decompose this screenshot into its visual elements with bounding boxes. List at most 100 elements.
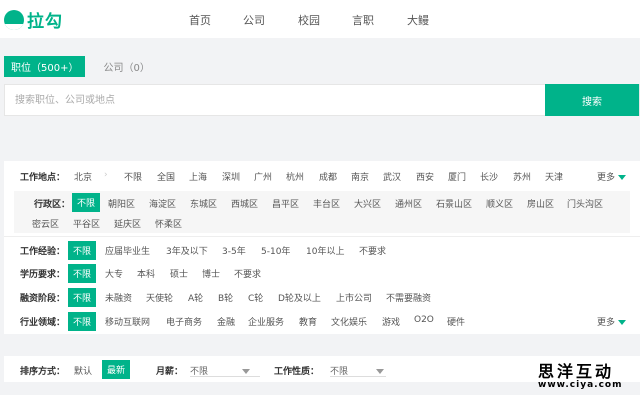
filter-option[interactable]: 5-10年 bbox=[261, 244, 290, 257]
nav-home[interactable]: 首页 bbox=[189, 12, 211, 28]
filter-option[interactable]: 大兴区 bbox=[354, 197, 381, 210]
filter-option[interactable]: 昌平区 bbox=[272, 197, 299, 210]
job-nature-dropdown[interactable]: 不限 bbox=[330, 360, 386, 377]
filter-option-selected[interactable]: 不限 bbox=[72, 193, 101, 212]
filter-option[interactable]: 怀柔区 bbox=[155, 217, 182, 230]
filter-option[interactable]: 10年以上 bbox=[306, 244, 344, 257]
filter-option[interactable]: 电子商务 bbox=[166, 315, 202, 328]
sort-option-default[interactable]: 默认 bbox=[74, 364, 92, 377]
filter-option[interactable]: 博士 bbox=[202, 267, 220, 280]
filter-option[interactable]: 密云区 bbox=[32, 217, 59, 230]
filter-option[interactable]: 大专 bbox=[105, 267, 123, 280]
filter-option[interactable]: 不需要融资 bbox=[386, 291, 431, 304]
filter-option[interactable]: 游戏 bbox=[382, 315, 400, 328]
filter-option[interactable]: 深圳 bbox=[222, 170, 240, 183]
filter-option[interactable]: 顺义区 bbox=[486, 197, 513, 210]
filter-option[interactable]: 天使轮 bbox=[146, 291, 173, 304]
filter-option-selected[interactable]: 不限 bbox=[68, 241, 97, 260]
filter-option[interactable]: 苏州 bbox=[513, 170, 531, 183]
watermark-title: 思洋互动 bbox=[538, 362, 615, 381]
nav-companies[interactable]: 公司 bbox=[243, 12, 265, 28]
job-nature-label: 工作性质： bbox=[274, 367, 320, 377]
filter-option[interactable]: 长沙 bbox=[480, 170, 498, 183]
filter-option[interactable]: 南京 bbox=[351, 170, 369, 183]
filter-option[interactable]: 朝阳区 bbox=[108, 197, 135, 210]
filter-option[interactable]: 通州区 bbox=[395, 197, 422, 210]
logo-mark-icon bbox=[4, 9, 24, 30]
filter-option[interactable]: O2O bbox=[414, 315, 434, 325]
filter-option[interactable]: 应届毕业生 bbox=[105, 244, 150, 257]
filter-option[interactable]: 上市公司 bbox=[336, 291, 372, 304]
filter-option[interactable]: 天津 bbox=[545, 170, 563, 183]
tab-companies[interactable]: 公司（0） bbox=[103, 59, 149, 74]
filter-option[interactable]: 延庆区 bbox=[114, 217, 141, 230]
current-city[interactable]: 北京 bbox=[74, 170, 92, 183]
filter-option[interactable]: 丰台区 bbox=[313, 197, 340, 210]
more-industries-button[interactable]: 更多 bbox=[597, 315, 626, 328]
filter-option[interactable]: 上海 bbox=[189, 170, 207, 183]
filter-label-industry: 行业领域： bbox=[20, 318, 66, 328]
filter-option[interactable]: 西安 bbox=[416, 170, 434, 183]
filter-option[interactable]: 杭州 bbox=[286, 170, 304, 183]
chevron-down-icon bbox=[618, 320, 626, 325]
search-button[interactable]: 搜索 bbox=[545, 84, 639, 116]
filter-option[interactable]: 硕士 bbox=[170, 267, 188, 280]
result-tabs: 职位（500+） 公司（0） bbox=[4, 56, 150, 77]
salary-value: 不限 bbox=[190, 367, 209, 377]
filter-option[interactable]: 房山区 bbox=[527, 197, 554, 210]
filter-option[interactable]: 平谷区 bbox=[73, 217, 100, 230]
salary-dropdown[interactable]: 不限 bbox=[190, 360, 260, 377]
chevron-down-icon bbox=[376, 369, 384, 374]
filter-option[interactable]: 金融 bbox=[217, 315, 235, 328]
filter-option[interactable]: 3年及以下 bbox=[166, 244, 208, 257]
filter-option[interactable]: 成都 bbox=[319, 170, 337, 183]
filter-option[interactable]: 不要求 bbox=[359, 244, 386, 257]
filter-option[interactable]: 东城区 bbox=[190, 197, 217, 210]
lagou-logo[interactable]: 拉勾 bbox=[4, 7, 63, 32]
filter-label-district: 行政区： bbox=[34, 200, 71, 210]
sort-option-latest[interactable]: 最新 bbox=[102, 360, 131, 379]
district-panel: 行政区： 不限 朝阳区 海淀区 东城区 西城区 昌平区 丰台区 大兴区 通州区 … bbox=[14, 191, 630, 233]
city-separator-icon: › bbox=[104, 170, 108, 180]
filter-option[interactable]: C轮 bbox=[248, 291, 263, 304]
filter-label-location: 工作地点： bbox=[20, 173, 66, 183]
filter-option[interactable]: 教育 bbox=[299, 315, 317, 328]
filter-row-location: 工作地点： 北京 › 不限 全国 上海 深圳 广州 杭州 成都 南京 武汉 西安… bbox=[4, 165, 640, 185]
tab-jobs[interactable]: 职位（500+） bbox=[4, 56, 86, 77]
nav-yanzhi[interactable]: 言职 bbox=[352, 12, 374, 28]
filter-option[interactable]: 移动互联网 bbox=[105, 315, 150, 328]
filter-option[interactable]: 未融资 bbox=[105, 291, 132, 304]
filter-option[interactable]: 3-5年 bbox=[222, 244, 246, 257]
more-cities-button[interactable]: 更多 bbox=[597, 170, 626, 183]
filter-option[interactable]: 本科 bbox=[137, 267, 155, 280]
filter-option[interactable]: 厦门 bbox=[448, 170, 466, 183]
search-input[interactable] bbox=[5, 85, 545, 115]
filter-option-selected[interactable]: 不限 bbox=[68, 264, 97, 283]
filter-option[interactable]: 全国 bbox=[157, 170, 175, 183]
watermark: 思洋互动 www.ciya.com bbox=[528, 356, 640, 395]
filter-option[interactable]: 不要求 bbox=[234, 267, 261, 280]
filter-option[interactable]: 广州 bbox=[254, 170, 272, 183]
filter-option[interactable]: 武汉 bbox=[383, 170, 401, 183]
filter-option[interactable]: A轮 bbox=[188, 291, 203, 304]
filter-row-financing: 融资阶段： 不限 未融资 天使轮 A轮 B轮 C轮 D轮及以上 上市公司 不需要… bbox=[4, 286, 640, 307]
filter-option[interactable]: 石景山区 bbox=[436, 197, 472, 210]
filter-option[interactable]: 硬件 bbox=[447, 315, 465, 328]
filter-option[interactable]: 西城区 bbox=[231, 197, 258, 210]
filter-option-selected[interactable]: 不限 bbox=[68, 312, 97, 331]
filter-option[interactable]: 海淀区 bbox=[149, 197, 176, 210]
filter-row-education: 学历要求： 不限 大专 本科 硕士 博士 不要求 bbox=[4, 262, 640, 283]
filter-option[interactable]: D轮及以上 bbox=[278, 291, 321, 304]
watermark-url: www.ciya.com bbox=[538, 380, 623, 390]
nav-daman[interactable]: 大鳗 bbox=[407, 12, 429, 28]
filter-label-education: 学历要求： bbox=[20, 270, 66, 280]
filter-option[interactable]: 文化娱乐 bbox=[331, 315, 367, 328]
filter-option[interactable]: B轮 bbox=[218, 291, 233, 304]
more-label: 更多 bbox=[596, 173, 615, 183]
filter-option[interactable]: 门头沟区 bbox=[567, 197, 603, 210]
filter-option[interactable]: 不限 bbox=[124, 170, 142, 183]
filter-option-selected[interactable]: 不限 bbox=[68, 288, 97, 307]
filter-option[interactable]: 企业服务 bbox=[248, 315, 284, 328]
nav-campus[interactable]: 校园 bbox=[298, 12, 320, 28]
salary-label: 月薪： bbox=[156, 367, 184, 377]
